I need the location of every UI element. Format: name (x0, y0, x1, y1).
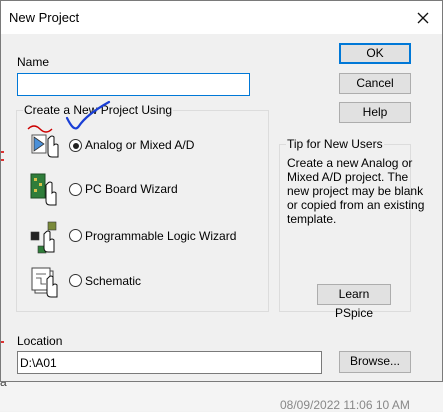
option-pcb-radio[interactable] (69, 183, 82, 196)
tip-line: Create a new Analog or (287, 156, 413, 170)
option-analog-radio[interactable] (69, 139, 82, 152)
name-label: Name (17, 55, 50, 69)
background-timestamp: 08/09/2022 11:06 10 AM (280, 398, 410, 412)
analog-mixed-icon (26, 123, 62, 159)
title-bar: New Project (1, 1, 442, 34)
tip-line: template. (287, 212, 337, 226)
dialog-title: New Project (9, 10, 80, 25)
location-input[interactable] (17, 351, 322, 374)
browse-button[interactable]: Browse... (339, 351, 411, 373)
option-schematic-label[interactable]: Schematic (85, 274, 141, 288)
option-pcb-label[interactable]: PC Board Wizard (85, 182, 178, 196)
background-status-area: a 08/09/2022 11:06 10 AM (0, 375, 443, 412)
background-marker (1, 151, 4, 153)
option-analog-label[interactable]: Analog or Mixed A/D (85, 138, 194, 152)
tip-line: new project may be blank (287, 184, 424, 198)
schematic-icon (27, 263, 63, 299)
help-button[interactable]: Help (339, 102, 411, 123)
location-label: Location (17, 334, 63, 348)
pc-board-icon (26, 171, 62, 207)
new-project-dialog: New Project Name OK Cancel Help Create a… (0, 0, 443, 382)
cancel-button[interactable]: Cancel (339, 73, 411, 94)
tip-legend: Tip for New Users (287, 137, 383, 151)
option-pld-label[interactable]: Programmable Logic Wizard (85, 229, 236, 243)
close-icon[interactable] (410, 5, 436, 31)
ok-button[interactable]: OK (339, 43, 411, 64)
annotation-scribble (65, 100, 111, 130)
background-marker (1, 159, 4, 161)
tip-line: or copied from an existing (287, 198, 425, 212)
option-pld-radio[interactable] (69, 229, 82, 242)
programmable-logic-icon (28, 220, 64, 256)
background-marker (1, 341, 4, 343)
learn-pspice-button[interactable]: Learn PSpice (317, 284, 391, 320)
option-schematic-radio[interactable] (69, 274, 82, 287)
name-input[interactable] (17, 73, 250, 96)
tip-text: Create a new Analog or Mixed A/D project… (287, 156, 424, 226)
tip-line: Mixed A/D project. The (287, 170, 409, 184)
